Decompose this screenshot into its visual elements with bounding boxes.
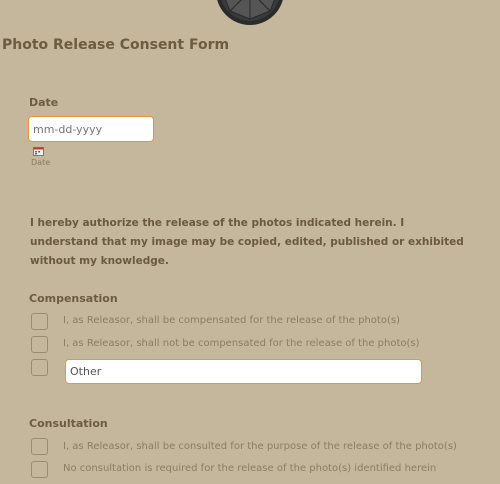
no-consultation-option-text: No consultation is required for the rele… [63,463,437,474]
consulted-checkbox[interactable] [31,438,48,455]
calendar-icon[interactable] [33,147,44,156]
date-sublabel: Date [31,158,51,167]
no-consultation-checkbox[interactable] [31,461,48,478]
not-compensated-option-text: I, as Releasor, shall not be compensated… [63,338,420,349]
authorization-text: I hereby authorize the release of the ph… [30,217,464,267]
other-input[interactable] [65,359,422,384]
compensation-label: Compensation [29,292,118,305]
compensated-option-text: I, as Releasor, shall be compensated for… [63,315,400,326]
date-input[interactable] [28,116,154,142]
not-compensated-checkbox[interactable] [31,336,48,353]
consulted-option-text: I, as Releasor, shall be consulted for t… [63,441,457,452]
form-title: Photo Release Consent Form [2,37,230,53]
consultation-label: Consultation [29,417,108,430]
compensated-checkbox[interactable] [31,313,48,330]
date-label: Date [29,96,59,109]
other-checkbox[interactable] [31,359,48,376]
camera-aperture-logo-icon [217,0,283,25]
